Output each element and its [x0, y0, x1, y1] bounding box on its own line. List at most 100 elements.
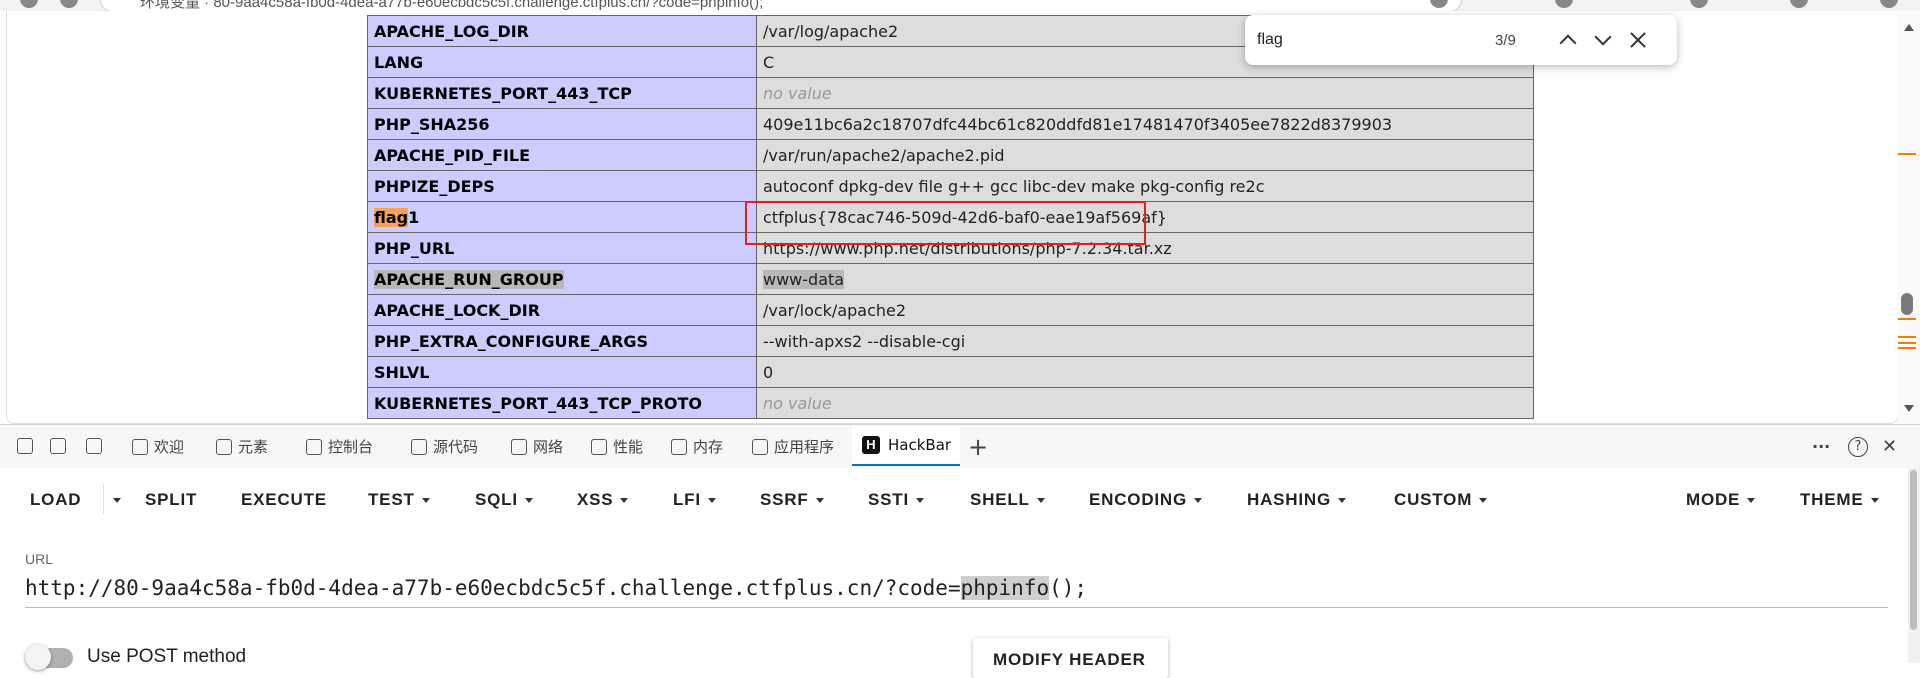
dock-icon[interactable]: [86, 438, 102, 454]
env-key: PHP_URL: [367, 232, 757, 264]
app-icon: [752, 438, 768, 455]
env-value: www-data: [756, 263, 1534, 295]
code-icon: [216, 438, 232, 455]
caret-down-icon: [1194, 498, 1203, 504]
caret-down-icon: [707, 498, 716, 504]
env-row: APACHE_PID_FILE/var/run/apache2/apache2.…: [367, 139, 1534, 171]
env-value: --with-apxs2 --disable-cgi: [756, 325, 1534, 357]
tab-application[interactable]: 应用程序: [752, 425, 842, 468]
env-value: 409e11bc6a2c18707dfc44bc61c820ddfd81e174…: [756, 108, 1534, 140]
env-key-text: LANG: [374, 52, 424, 72]
shell-menu[interactable]: SHELL: [970, 490, 1045, 510]
load-options-dropdown[interactable]: [106, 490, 121, 510]
tab-console[interactable]: 控制台: [306, 425, 386, 468]
url-input[interactable]: http://80-9aa4c58a-fb0d-4dea-a77b-e60ecb…: [25, 576, 1087, 600]
split-button[interactable]: SPLIT: [145, 490, 197, 510]
hackbar-scroll-thumb[interactable]: [1910, 470, 1917, 630]
encoding-menu[interactable]: ENCODING: [1089, 490, 1203, 510]
env-key: PHP_SHA256: [367, 108, 757, 140]
toggle-knob[interactable]: [25, 644, 51, 670]
find-next-button[interactable]: [1592, 28, 1614, 51]
lfi-menu[interactable]: LFI: [673, 490, 716, 510]
url-search-highlight: phpinfo: [960, 576, 1050, 600]
env-row: KUBERNETES_PORT_443_TCP_PROTO no value: [367, 387, 1534, 419]
tab-network[interactable]: 网络: [511, 425, 571, 468]
env-row: APACHE_LOCK_DIR/var/lock/apache2: [367, 294, 1534, 326]
env-key: LANG: [367, 46, 757, 78]
profile-icon[interactable]: [1880, 0, 1898, 8]
page-scrollbar[interactable]: [1897, 11, 1920, 424]
mode-menu[interactable]: MODE: [1686, 490, 1756, 510]
sqli-menu[interactable]: SQLI: [475, 490, 533, 510]
ssrf-menu[interactable]: SSRF: [760, 490, 824, 510]
tab-sources[interactable]: 源代码: [411, 425, 491, 468]
tab-hackbar[interactable]: H HackBar: [852, 425, 960, 466]
scroll-down-icon[interactable]: [1904, 405, 1914, 412]
hashing-menu[interactable]: HASHING: [1247, 490, 1346, 510]
env-key-text: KUBERNETES_PORT_443_TCP: [374, 83, 632, 103]
env-row: PHPIZE_DEPS autoconf dpkg-dev file g++ gc…: [367, 170, 1534, 202]
env-key: flag1: [367, 201, 757, 233]
chip-icon: [671, 438, 687, 455]
gauge-icon: [591, 438, 607, 455]
theme-menu[interactable]: THEME: [1800, 490, 1879, 510]
back-icon[interactable]: [20, 0, 38, 8]
test-menu[interactable]: TEST: [368, 490, 430, 510]
more-options-icon[interactable]: ···: [1812, 425, 1832, 468]
env-key-text: APACHE_LOCK_DIR: [374, 300, 541, 320]
help-icon[interactable]: ?: [1848, 425, 1870, 468]
env-key-rest: 1: [408, 207, 420, 227]
find-match-marker: [1898, 318, 1916, 320]
tab-elements[interactable]: 元素: [216, 425, 282, 468]
extension-icon[interactable]: [1690, 0, 1708, 8]
favorites-icon[interactable]: [1790, 0, 1808, 8]
custom-menu[interactable]: CUSTOM: [1394, 490, 1488, 510]
load-button[interactable]: LOAD: [30, 490, 81, 510]
env-value-text: /var/log/apache2: [763, 21, 899, 41]
env-value: /var/run/apache2/apache2.pid: [756, 139, 1534, 171]
ssti-menu[interactable]: SSTI: [868, 490, 924, 510]
scroll-up-icon[interactable]: [1904, 24, 1914, 31]
env-value: no value: [756, 77, 1534, 109]
page-scroll-thumb[interactable]: [1901, 293, 1913, 315]
caret-down-icon: [916, 498, 924, 504]
env-key: KUBERNETES_PORT_443_TCP_PROTO: [367, 387, 757, 419]
find-match-highlight: flag: [374, 207, 409, 227]
env-key: APACHE_RUN_GROUP: [367, 263, 757, 295]
inspect-icon[interactable]: [17, 438, 33, 454]
env-value: /var/lock/apache2: [756, 294, 1534, 326]
find-match-marker: [1898, 336, 1916, 338]
reload-icon[interactable]: [60, 0, 78, 8]
caret-down-icon: [524, 498, 533, 504]
flag-annotation-box: [745, 201, 1146, 245]
tab-performance[interactable]: 性能: [591, 425, 651, 468]
favorite-icon[interactable]: [1555, 0, 1573, 8]
bug-icon: [411, 438, 427, 455]
url-label: URL: [25, 551, 54, 567]
execute-button[interactable]: EXECUTE: [241, 490, 327, 510]
find-close-button[interactable]: [1627, 29, 1649, 51]
xss-menu[interactable]: XSS: [577, 490, 629, 510]
find-previous-button[interactable]: [1557, 29, 1579, 52]
chevron-down-icon: [1594, 28, 1612, 46]
find-input[interactable]: flag: [1257, 31, 1283, 49]
menu-divider: [103, 484, 104, 514]
env-value: autoconf dpkg-dev file g++ gcc libc-dev …: [756, 170, 1534, 202]
env-key: KUBERNETES_PORT_443_TCP: [367, 77, 757, 109]
tab-memory[interactable]: 内存: [671, 425, 731, 468]
env-key-text: PHP_SHA256: [374, 114, 490, 134]
add-tab-icon[interactable]: +: [968, 425, 988, 468]
modify-header-button[interactable]: MODIFY HEADER: [973, 638, 1168, 678]
env-value-text: 0: [763, 362, 774, 382]
device-emulation-icon[interactable]: [50, 438, 66, 454]
caret-down-icon: [113, 498, 121, 504]
tab-welcome[interactable]: 欢迎: [132, 425, 202, 468]
devtools-tab-strip: 欢迎 元素 控制台 源代码 网络 性能 内存 应用程序 H HackBar + ·…: [0, 424, 1920, 469]
env-key: PHP_EXTRA_CONFIGURE_ARGS: [367, 325, 757, 357]
env-value-text: /var/run/apache2/apache2.pid: [763, 145, 1005, 165]
env-key: APACHE_LOCK_DIR: [367, 294, 757, 326]
env-key: APACHE_LOG_DIR: [367, 15, 757, 47]
env-key-text: SHLVL: [374, 362, 430, 382]
env-key-text: KUBERNETES_PORT_443_TCP_PROTO: [374, 393, 703, 413]
close-devtools-icon[interactable]: ✕: [1882, 425, 1902, 468]
